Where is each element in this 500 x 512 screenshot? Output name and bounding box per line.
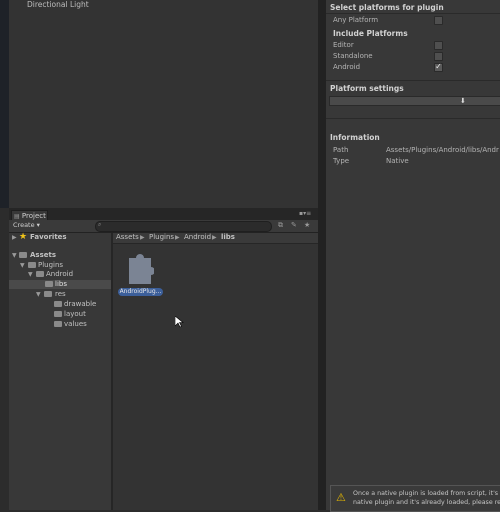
folder-icon <box>19 252 27 258</box>
include-platforms-header: Include Platforms <box>333 29 408 38</box>
filter-type-icon[interactable]: ⧉ <box>278 221 283 230</box>
platform-standalone-label: Standalone <box>333 52 373 60</box>
warning-icon: ⚠ <box>336 491 346 504</box>
divider <box>326 13 500 14</box>
folder-icon <box>28 262 36 268</box>
folder-icon <box>44 291 52 297</box>
breadcrumb-separator-icon: ▶ <box>175 234 180 241</box>
path-value: Assets/Plugins/Android/libs/Andr <box>386 146 499 154</box>
breadcrumb-separator-icon: ▶ <box>140 234 145 241</box>
project-tab-bar <box>9 208 318 220</box>
tree-item-values[interactable]: values <box>64 320 87 328</box>
select-platforms-header: Select platforms for plugin <box>330 3 444 12</box>
breadcrumb-android[interactable]: Android <box>184 233 211 241</box>
folder-icon <box>45 281 53 287</box>
puzzle-plugin-icon[interactable] <box>126 250 154 286</box>
tree-item-assets[interactable]: Assets <box>30 251 56 259</box>
divider <box>326 80 500 81</box>
arrow-down-icon: ⬇ <box>460 97 466 105</box>
breadcrumb-plugins[interactable]: Plugins <box>149 233 174 241</box>
tab-menu-icon[interactable]: ▪▾≡ <box>299 210 311 217</box>
divider <box>326 118 500 119</box>
platform-settings-header: Platform settings <box>330 84 404 93</box>
folder-icon <box>54 311 62 317</box>
search-input[interactable]: ⌕ <box>95 221 272 232</box>
hierarchy-panel <box>0 0 318 208</box>
breadcrumb-separator-icon: ▶ <box>212 234 217 241</box>
any-platform-label: Any Platform <box>333 16 379 24</box>
folder-icon <box>54 321 62 327</box>
breadcrumb: Assets ▶ Plugins ▶ Android ▶ libs <box>113 233 318 244</box>
file-name-label[interactable]: AndroidPlug... <box>118 288 163 296</box>
folder-tab-icon: ▤ <box>14 213 20 220</box>
search-icon: ⌕ <box>98 221 102 228</box>
information-header: Information <box>330 133 380 142</box>
create-button[interactable]: Create ▾ <box>13 221 43 230</box>
platform-editor-label: Editor <box>333 41 354 49</box>
path-label: Path <box>333 146 349 154</box>
tree-item-android[interactable]: Android <box>46 270 73 278</box>
hierarchy-item-directional-light[interactable]: Directional Light <box>27 0 89 9</box>
platform-settings-tab-bar[interactable]: ⬇ <box>329 96 500 106</box>
panel-splitter[interactable] <box>318 0 326 510</box>
tree-item-libs[interactable]: libs <box>55 280 67 288</box>
collapse-arrow-icon[interactable]: ▼ <box>28 271 33 278</box>
folder-icon <box>54 301 62 307</box>
tree-item-layout[interactable]: layout <box>64 310 86 318</box>
inspector-panel <box>326 0 500 510</box>
tree-item-drawable[interactable]: drawable <box>64 300 96 308</box>
filter-label-icon[interactable]: ✎ <box>291 221 297 229</box>
expand-arrow-icon[interactable]: ▶ <box>12 234 17 241</box>
tab-project-label: Project <box>21 212 46 220</box>
any-platform-checkbox[interactable] <box>434 16 443 25</box>
platform-standalone-checkbox[interactable] <box>434 52 443 61</box>
favorites-label[interactable]: Favorites <box>30 233 67 241</box>
tree-item-res[interactable]: res <box>55 290 66 298</box>
favorite-star-icon[interactable]: ★ <box>304 221 310 229</box>
platform-android-checkbox[interactable]: ✓ <box>434 63 443 72</box>
warning-text-line2: native plugin and it's already loaded, p… <box>353 499 500 506</box>
breadcrumb-assets[interactable]: Assets <box>116 233 139 241</box>
tree-item-plugins[interactable]: Plugins <box>38 261 63 269</box>
breadcrumb-libs[interactable]: libs <box>221 233 235 241</box>
type-value: Native <box>386 157 409 165</box>
warning-box: ⚠ Once a native plugin is loaded from sc… <box>330 485 500 512</box>
warning-text-line1: Once a native plugin is loaded from scri… <box>353 490 500 497</box>
cursor-icon <box>175 316 184 328</box>
platform-editor-checkbox[interactable] <box>434 41 443 50</box>
collapse-arrow-icon[interactable]: ▼ <box>20 262 25 269</box>
scene-view-edge <box>0 0 9 208</box>
folder-icon <box>36 271 44 277</box>
star-icon: ★ <box>19 232 28 242</box>
type-label: Type <box>333 157 350 165</box>
collapse-arrow-icon[interactable]: ▼ <box>36 291 41 298</box>
platform-android-label: Android <box>333 63 361 71</box>
collapse-arrow-icon[interactable]: ▼ <box>12 252 17 259</box>
